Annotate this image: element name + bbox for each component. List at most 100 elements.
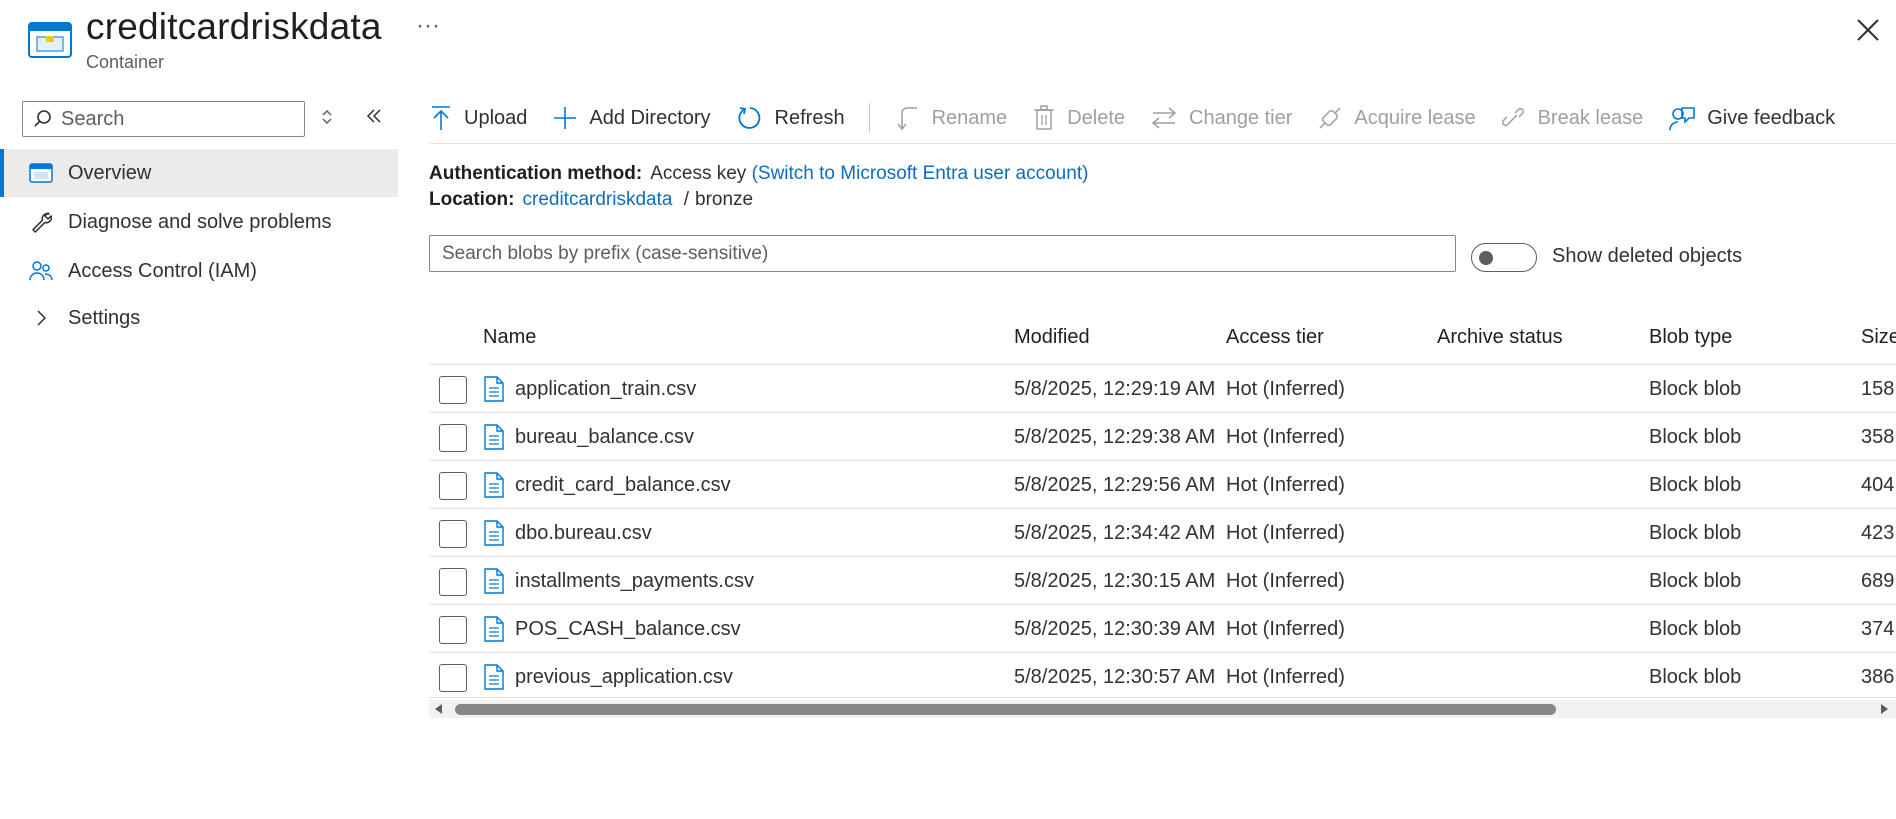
add-directory-button[interactable]: Add Directory (553, 106, 711, 130)
sidebar-item-label: Access Control (IAM) (68, 259, 257, 282)
show-deleted-toggle[interactable] (1471, 243, 1537, 272)
blob-name[interactable]: application_train.csv (515, 378, 696, 401)
row-checkbox[interactable] (439, 664, 467, 692)
toolbar-divider-line (430, 143, 1896, 144)
blob-name[interactable]: POS_CASH_balance.csv (515, 618, 741, 641)
table-row[interactable]: credit_card_balance.csv 5/8/2025, 12:29:5… (429, 460, 1896, 507)
table-row[interactable]: previous_application.csv 5/8/2025, 12:30:… (429, 652, 1896, 699)
break-lease-button[interactable]: Break lease (1501, 106, 1644, 130)
sidebar-search-input[interactable] (61, 107, 281, 131)
blob-modified: 5/8/2025, 12:30:15 AM (1014, 570, 1216, 592)
change-tier-label: Change tier (1189, 106, 1293, 129)
location-label: Location: (429, 189, 515, 210)
blob-access-tier: Hot (Inferred) (1226, 666, 1345, 688)
blob-prefix-search-input[interactable] (429, 235, 1456, 272)
blob-name[interactable]: credit_card_balance.csv (515, 474, 731, 497)
blob-name[interactable]: bureau_balance.csv (515, 426, 694, 449)
blob-modified: 5/8/2025, 12:30:39 AM (1014, 618, 1216, 640)
column-header-blob-type[interactable]: Blob type (1649, 326, 1732, 349)
wrench-icon (28, 209, 54, 235)
change-tier-button[interactable]: Change tier (1151, 106, 1292, 130)
sidebar-search[interactable] (22, 101, 305, 137)
refresh-button[interactable]: Refresh (737, 105, 845, 131)
table-bottom-border (429, 697, 1896, 698)
blob-type: Block blob (1649, 426, 1742, 448)
file-icon (484, 472, 504, 498)
table-row[interactable]: POS_CASH_balance.csv 5/8/2025, 12:30:39 A… (429, 604, 1896, 651)
blob-access-tier: Hot (Inferred) (1226, 522, 1345, 544)
page-subtitle: Container (86, 52, 165, 72)
table-row[interactable]: installments_payments.csv 5/8/2025, 12:30… (429, 556, 1896, 603)
container-icon (28, 160, 54, 186)
blob-size: 374. (1861, 618, 1896, 640)
blob-modified: 5/8/2025, 12:29:38 AM (1014, 426, 1216, 448)
column-header-access-tier[interactable]: Access tier (1226, 326, 1324, 349)
scroll-right-icon[interactable] (1878, 703, 1890, 715)
blob-access-tier: Hot (Inferred) (1226, 426, 1345, 448)
file-icon (484, 424, 504, 450)
blob-modified: 5/8/2025, 12:30:57 AM (1014, 666, 1216, 688)
column-header-name[interactable]: Name (483, 326, 536, 349)
acquire-lease-button[interactable]: Acquire lease (1318, 106, 1476, 130)
blob-access-tier: Hot (Inferred) (1226, 378, 1345, 400)
row-checkbox[interactable] (439, 520, 467, 548)
sidebar-item-settings[interactable]: Settings (0, 294, 398, 342)
lease-icon (1319, 107, 1341, 129)
blob-access-tier: Hot (Inferred) (1226, 618, 1345, 640)
column-header-modified[interactable]: Modified (1014, 326, 1090, 349)
column-header-archive-status[interactable]: Archive status (1437, 326, 1563, 349)
delete-button[interactable]: Delete (1033, 105, 1125, 131)
row-checkbox[interactable] (439, 568, 467, 596)
rename-button[interactable]: Rename (896, 105, 1007, 131)
give-feedback-button[interactable]: Give feedback (1669, 105, 1835, 131)
collapse-sidebar-icon[interactable] (364, 106, 384, 126)
more-options-button[interactable]: ··· (416, 12, 440, 40)
sidebar-item-access-control[interactable]: Access Control (IAM) (0, 247, 398, 295)
horizontal-scrollbar[interactable] (429, 700, 1896, 718)
command-bar: Upload Add Directory Refresh Rename Dele… (430, 98, 1861, 138)
close-icon[interactable] (1852, 14, 1884, 46)
swap-icon (1151, 107, 1177, 129)
file-icon (484, 616, 504, 642)
blob-size: 404. (1861, 474, 1896, 496)
row-checkbox[interactable] (439, 376, 467, 404)
search-icon (34, 110, 51, 127)
location-storage-link[interactable]: creditcardriskdata (523, 189, 673, 210)
row-checkbox[interactable] (439, 472, 467, 500)
blob-access-tier: Hot (Inferred) (1226, 474, 1345, 496)
sidebar-item-label: Overview (68, 161, 152, 184)
row-checkbox[interactable] (439, 616, 467, 644)
scroll-left-icon[interactable] (433, 703, 445, 715)
blob-name[interactable]: dbo.bureau.csv (515, 522, 652, 545)
auth-method-row: Authentication method: Access key (Switch… (429, 163, 1088, 185)
sidebar-item-overview[interactable]: Overview (0, 149, 398, 197)
break-lease-label: Break lease (1537, 106, 1644, 129)
sidebar-item-label: Diagnose and solve problems (68, 210, 332, 233)
blob-size: 689. (1861, 570, 1896, 592)
blob-name[interactable]: previous_application.csv (515, 666, 733, 689)
auth-method-label: Authentication method: (429, 163, 643, 184)
sidebar-item-label: Settings (68, 306, 141, 329)
sort-updown-icon[interactable] (320, 108, 334, 126)
row-checkbox[interactable] (439, 424, 467, 452)
file-icon (484, 568, 504, 594)
blob-type: Block blob (1649, 570, 1742, 592)
upload-label: Upload (464, 106, 528, 129)
acquire-lease-label: Acquire lease (1354, 106, 1476, 129)
upload-button[interactable]: Upload (430, 105, 527, 131)
table-row[interactable]: bureau_balance.csv 5/8/2025, 12:29:38 AM H… (429, 412, 1896, 459)
table-row[interactable]: dbo.bureau.csv 5/8/2025, 12:34:42 AM Hot (… (429, 508, 1896, 555)
scrollbar-thumb[interactable] (455, 704, 1556, 715)
file-icon (484, 520, 504, 546)
column-header-size[interactable]: Size (1861, 326, 1896, 349)
blob-size: 358. (1861, 426, 1896, 448)
location-separator: / (683, 189, 690, 210)
toggle-knob (1479, 251, 1493, 265)
trash-icon (1034, 105, 1055, 130)
table-row[interactable]: application_train.csv 5/8/2025, 12:29:19 … (429, 364, 1896, 411)
blob-size: 386. (1861, 666, 1896, 688)
blob-name[interactable]: installments_payments.csv (515, 570, 754, 593)
blob-type: Block blob (1649, 522, 1742, 544)
switch-auth-link[interactable]: (Switch to Microsoft Entra user account) (752, 163, 1089, 184)
sidebar-item-diagnose[interactable]: Diagnose and solve problems (0, 198, 398, 246)
